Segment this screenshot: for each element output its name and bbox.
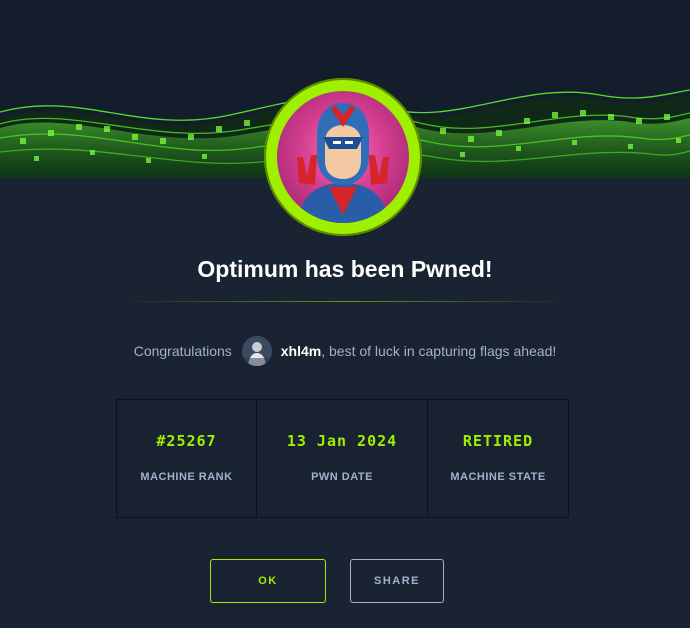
- ok-button[interactable]: OK: [210, 559, 326, 603]
- machine-state-value: RETIRED: [462, 432, 534, 450]
- machine-rank-value: #25267: [156, 432, 217, 450]
- username-link[interactable]: xhl4m: [281, 343, 321, 359]
- stats-panel: #25267 MACHINE RANK 13 Jan 2024 PWN DATE…: [116, 399, 569, 518]
- share-button[interactable]: SHARE: [350, 559, 444, 603]
- congrats-message: Congratulations xhl4m , best of luck in …: [0, 336, 690, 366]
- pwn-date-value: 13 Jan 2024: [286, 432, 398, 450]
- congrats-prefix: Congratulations: [133, 343, 232, 359]
- title-divider: [118, 301, 572, 302]
- user-avatar-icon[interactable]: [241, 336, 272, 366]
- machine-badge: [264, 78, 422, 236]
- optimum-machine-avatar-icon: [277, 91, 409, 223]
- stat-machine-state: RETIRED MACHINE STATE: [427, 400, 568, 517]
- pwn-date-label: PWN DATE: [311, 471, 373, 483]
- stat-machine-rank: #25267 MACHINE RANK: [117, 400, 256, 517]
- machine-state-label: MACHINE STATE: [450, 471, 546, 483]
- stat-pwn-date: 13 Jan 2024 PWN DATE: [256, 400, 427, 517]
- congrats-suffix: , best of luck in capturing flags ahead!: [321, 343, 557, 359]
- page-title: Optimum has been Pwned!: [197, 256, 493, 282]
- machine-rank-label: MACHINE RANK: [140, 471, 233, 483]
